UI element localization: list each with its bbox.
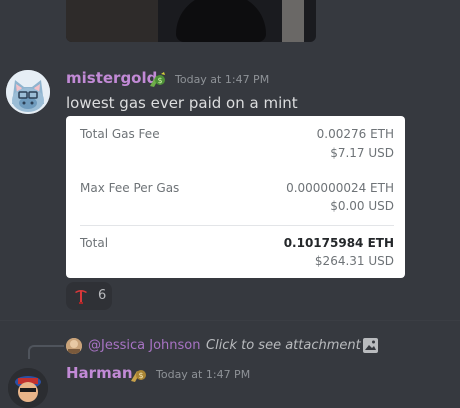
svg-text:$: $: [139, 371, 144, 380]
reaction-count: 6: [98, 288, 107, 303]
image-icon[interactable]: [362, 337, 379, 354]
clipped-text-fragment: ​: [66, 386, 366, 394]
reply-mention[interactable]: @Jessica Johnson: [88, 338, 200, 353]
gas-fee-card: Total Gas Fee 0.00276 ETH $7.17 USD Max …: [66, 116, 405, 278]
money-bag-icon: $: [128, 366, 148, 384]
total-label: Total: [80, 236, 109, 250]
total-value: 0.10175984 ETH: [283, 236, 394, 250]
message-text-clipped: ​: [66, 386, 366, 394]
reply-connector: [28, 345, 64, 359]
fee-label: Total Gas Fee: [80, 127, 160, 141]
cat-face-icon: [6, 70, 50, 114]
pickaxe-icon: [72, 287, 90, 305]
message-timestamp[interactable]: Today at 1:47 PM: [175, 73, 269, 86]
message-separator: [0, 320, 460, 321]
message-text: lowest gas ever paid on a mint: [66, 94, 298, 112]
author-name[interactable]: mistergold: [66, 69, 157, 87]
fee-usd: $0.00 USD: [330, 199, 394, 213]
avatar[interactable]: [8, 368, 48, 408]
fee-label: Max Fee Per Gas: [80, 181, 180, 195]
author-name[interactable]: Harman: [66, 364, 133, 382]
image-wall: [66, 0, 158, 42]
image-door: [282, 0, 304, 42]
reply-attachment-text[interactable]: Click to see attachment: [206, 338, 361, 353]
total-usd: $264.31 USD: [314, 254, 394, 268]
image-figure: [176, 0, 266, 42]
fee-value: 0.000000024 ETH: [286, 181, 394, 195]
message-timestamp[interactable]: Today at 1:47 PM: [156, 368, 250, 381]
svg-text:$: $: [158, 76, 163, 85]
previous-message-image[interactable]: [66, 0, 316, 42]
card-divider: [80, 225, 394, 226]
reaction-button[interactable]: 6: [66, 282, 112, 310]
money-bag-icon: $: [147, 71, 167, 89]
fee-usd: $7.17 USD: [330, 146, 394, 160]
avatar[interactable]: [6, 70, 50, 114]
reply-avatar[interactable]: [66, 338, 82, 354]
fee-value: 0.00276 ETH: [316, 127, 394, 141]
